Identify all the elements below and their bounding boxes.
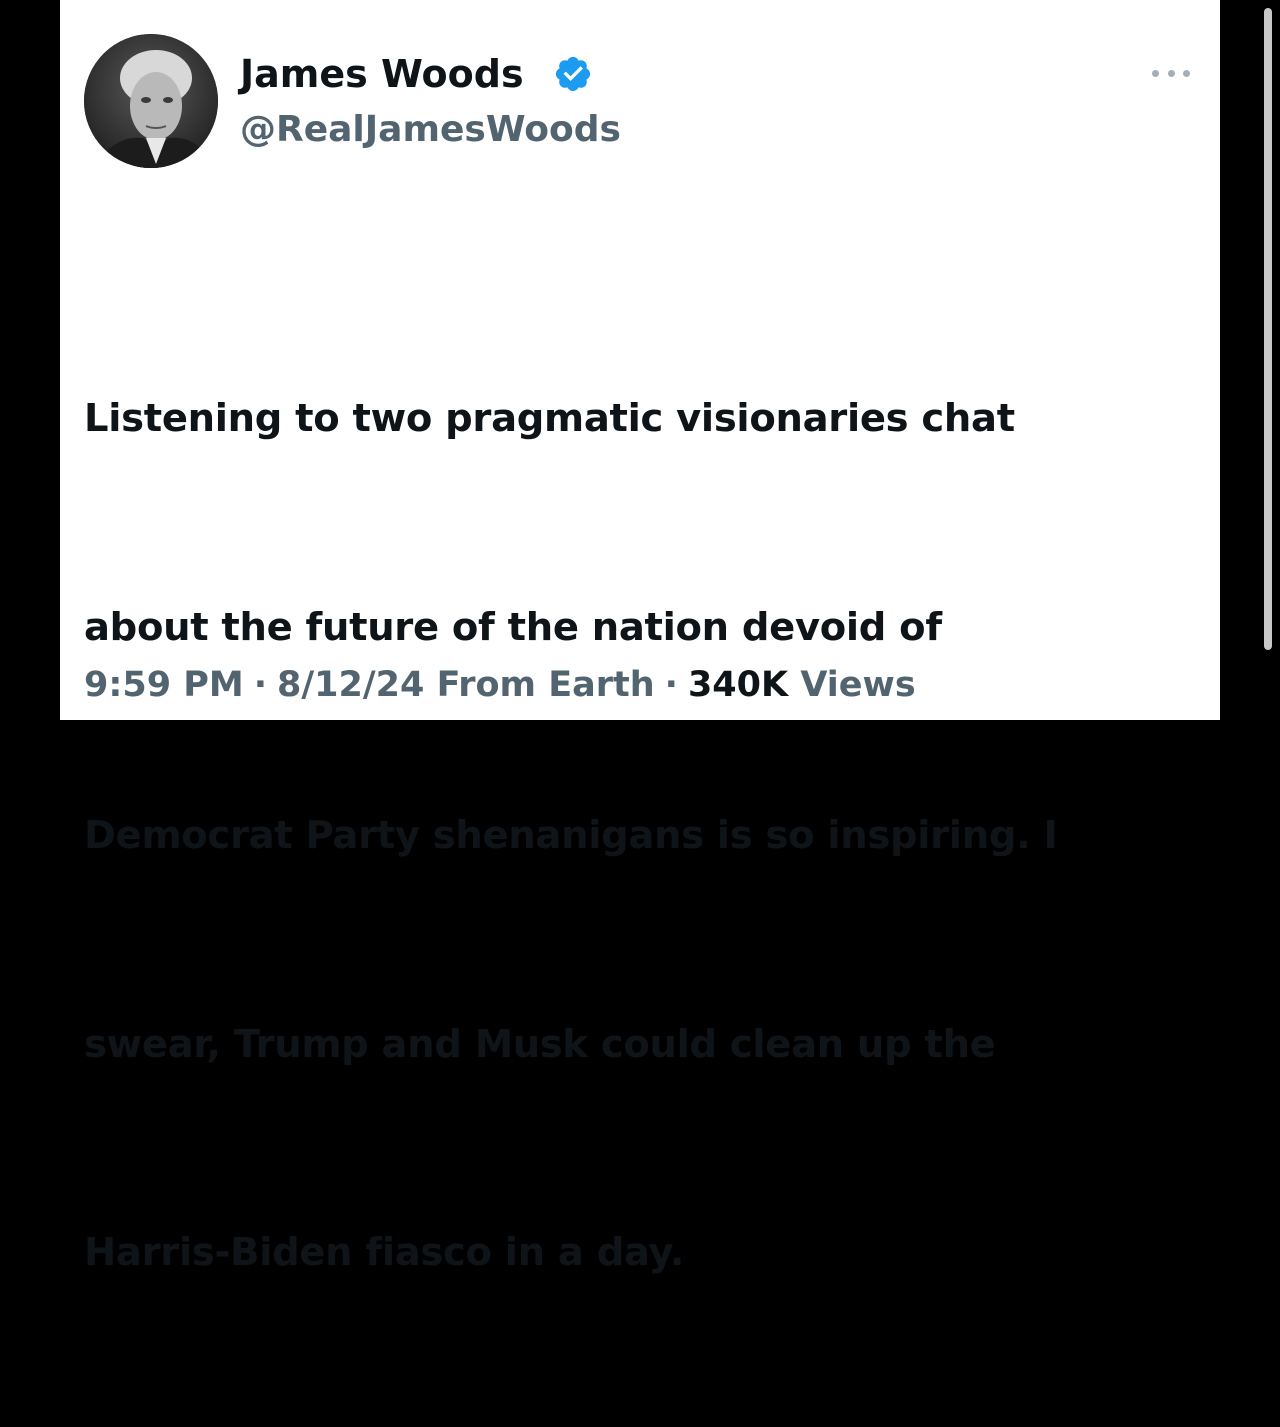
author-avatar[interactable] xyxy=(84,34,218,168)
more-dot-icon xyxy=(1152,69,1159,77)
letterbox-frame: James Woods @RealJamesWoods Listening to… xyxy=(0,0,1280,1275)
tweet-text-line: Harris-Biden fiasco in a day. xyxy=(84,1230,685,1275)
tweet-metadata: 9:59 PM · 8/12/24 From Earth · 340K Views xyxy=(84,660,916,710)
tweet-source: From Earth xyxy=(436,665,655,705)
tweet-body: Listening to two pragmatic visionaries c… xyxy=(84,245,1204,1427)
tweet-text-line: Listening to two pragmatic visionaries c… xyxy=(84,396,1015,441)
views-count[interactable]: 340K xyxy=(688,665,788,705)
tweet-text-line: about the future of the nation devoid of xyxy=(84,604,942,650)
scrollbar[interactable] xyxy=(1264,8,1272,650)
verified-badge-icon xyxy=(555,56,591,92)
meta-separator: · xyxy=(664,665,678,705)
tweet-text-line: swear, Trump and Musk could clean up the xyxy=(84,1021,996,1067)
tweet-time[interactable]: 9:59 PM xyxy=(84,665,244,705)
meta-separator: · xyxy=(253,665,268,705)
avatar-photo-icon xyxy=(84,34,218,168)
views-label: Views xyxy=(800,665,916,705)
tweet-card: James Woods @RealJamesWoods Listening to… xyxy=(60,0,1272,1275)
more-options-button[interactable] xyxy=(1146,56,1196,90)
more-dot-icon xyxy=(1183,69,1190,77)
tweet-date[interactable]: 8/12/24 xyxy=(277,665,424,705)
author-display-name[interactable]: James Woods xyxy=(240,50,524,98)
author-handle[interactable]: @RealJamesWoods xyxy=(240,106,621,154)
tweet-text-line: Democrat Party shenanigans is so inspiri… xyxy=(84,813,1058,858)
more-dot-icon xyxy=(1167,69,1175,77)
